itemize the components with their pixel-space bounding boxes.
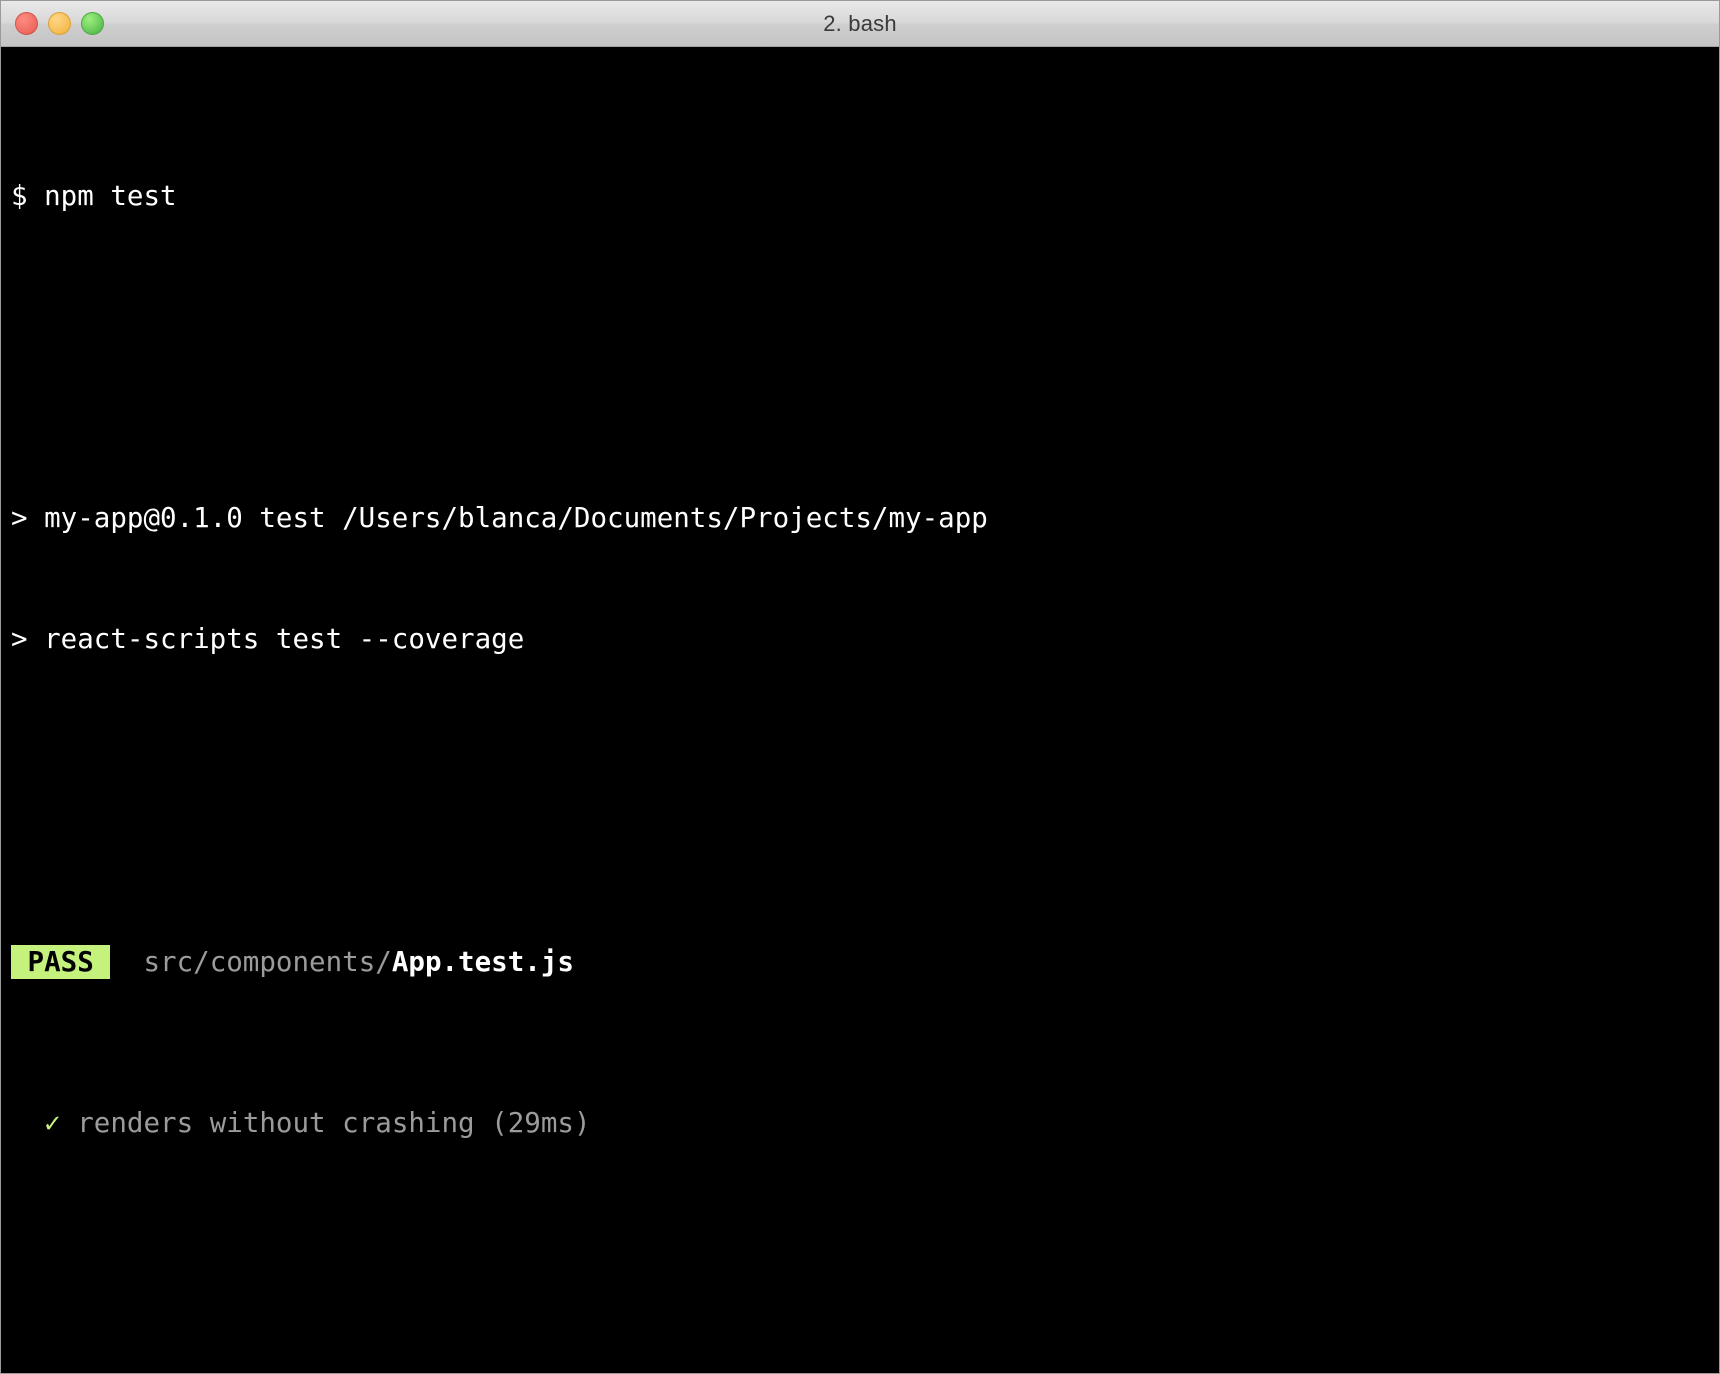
test-file-name: App.test.js [391, 945, 574, 978]
command-text: npm test [44, 179, 177, 212]
zoom-button-icon[interactable] [81, 12, 104, 35]
traffic-lights [15, 1, 104, 46]
npm-script-line-2: > react-scripts test --coverage [11, 623, 525, 656]
status-badge-pass: PASS [11, 944, 111, 979]
command-line: $ npm test [11, 176, 1719, 216]
terminal-window: 2. bash $ npm test > my-app@0.1.0 test /… [0, 0, 1720, 1374]
terminal-output[interactable]: $ npm test > my-app@0.1.0 test /Users/bl… [1, 47, 1719, 1373]
test-file-path-prefix: src/components/ [143, 945, 392, 978]
test-case-duration: (29ms) [491, 1106, 591, 1139]
prompt-symbol: $ [11, 179, 28, 212]
check-icon: ✓ [44, 1106, 61, 1139]
test-case-name: renders without crashing [77, 1106, 475, 1139]
test-suite-status-line: PASS src/components/App.test.js [11, 942, 1719, 982]
test-case-line: ✓ renders without crashing (29ms) [11, 1103, 1719, 1143]
title-bar[interactable]: 2. bash [1, 1, 1719, 47]
window-title: 2. bash [823, 10, 897, 36]
minimize-button-icon[interactable] [48, 12, 71, 35]
npm-script-line-1: > my-app@0.1.0 test /Users/blanca/Docume… [11, 502, 988, 535]
close-button-icon[interactable] [15, 12, 38, 35]
